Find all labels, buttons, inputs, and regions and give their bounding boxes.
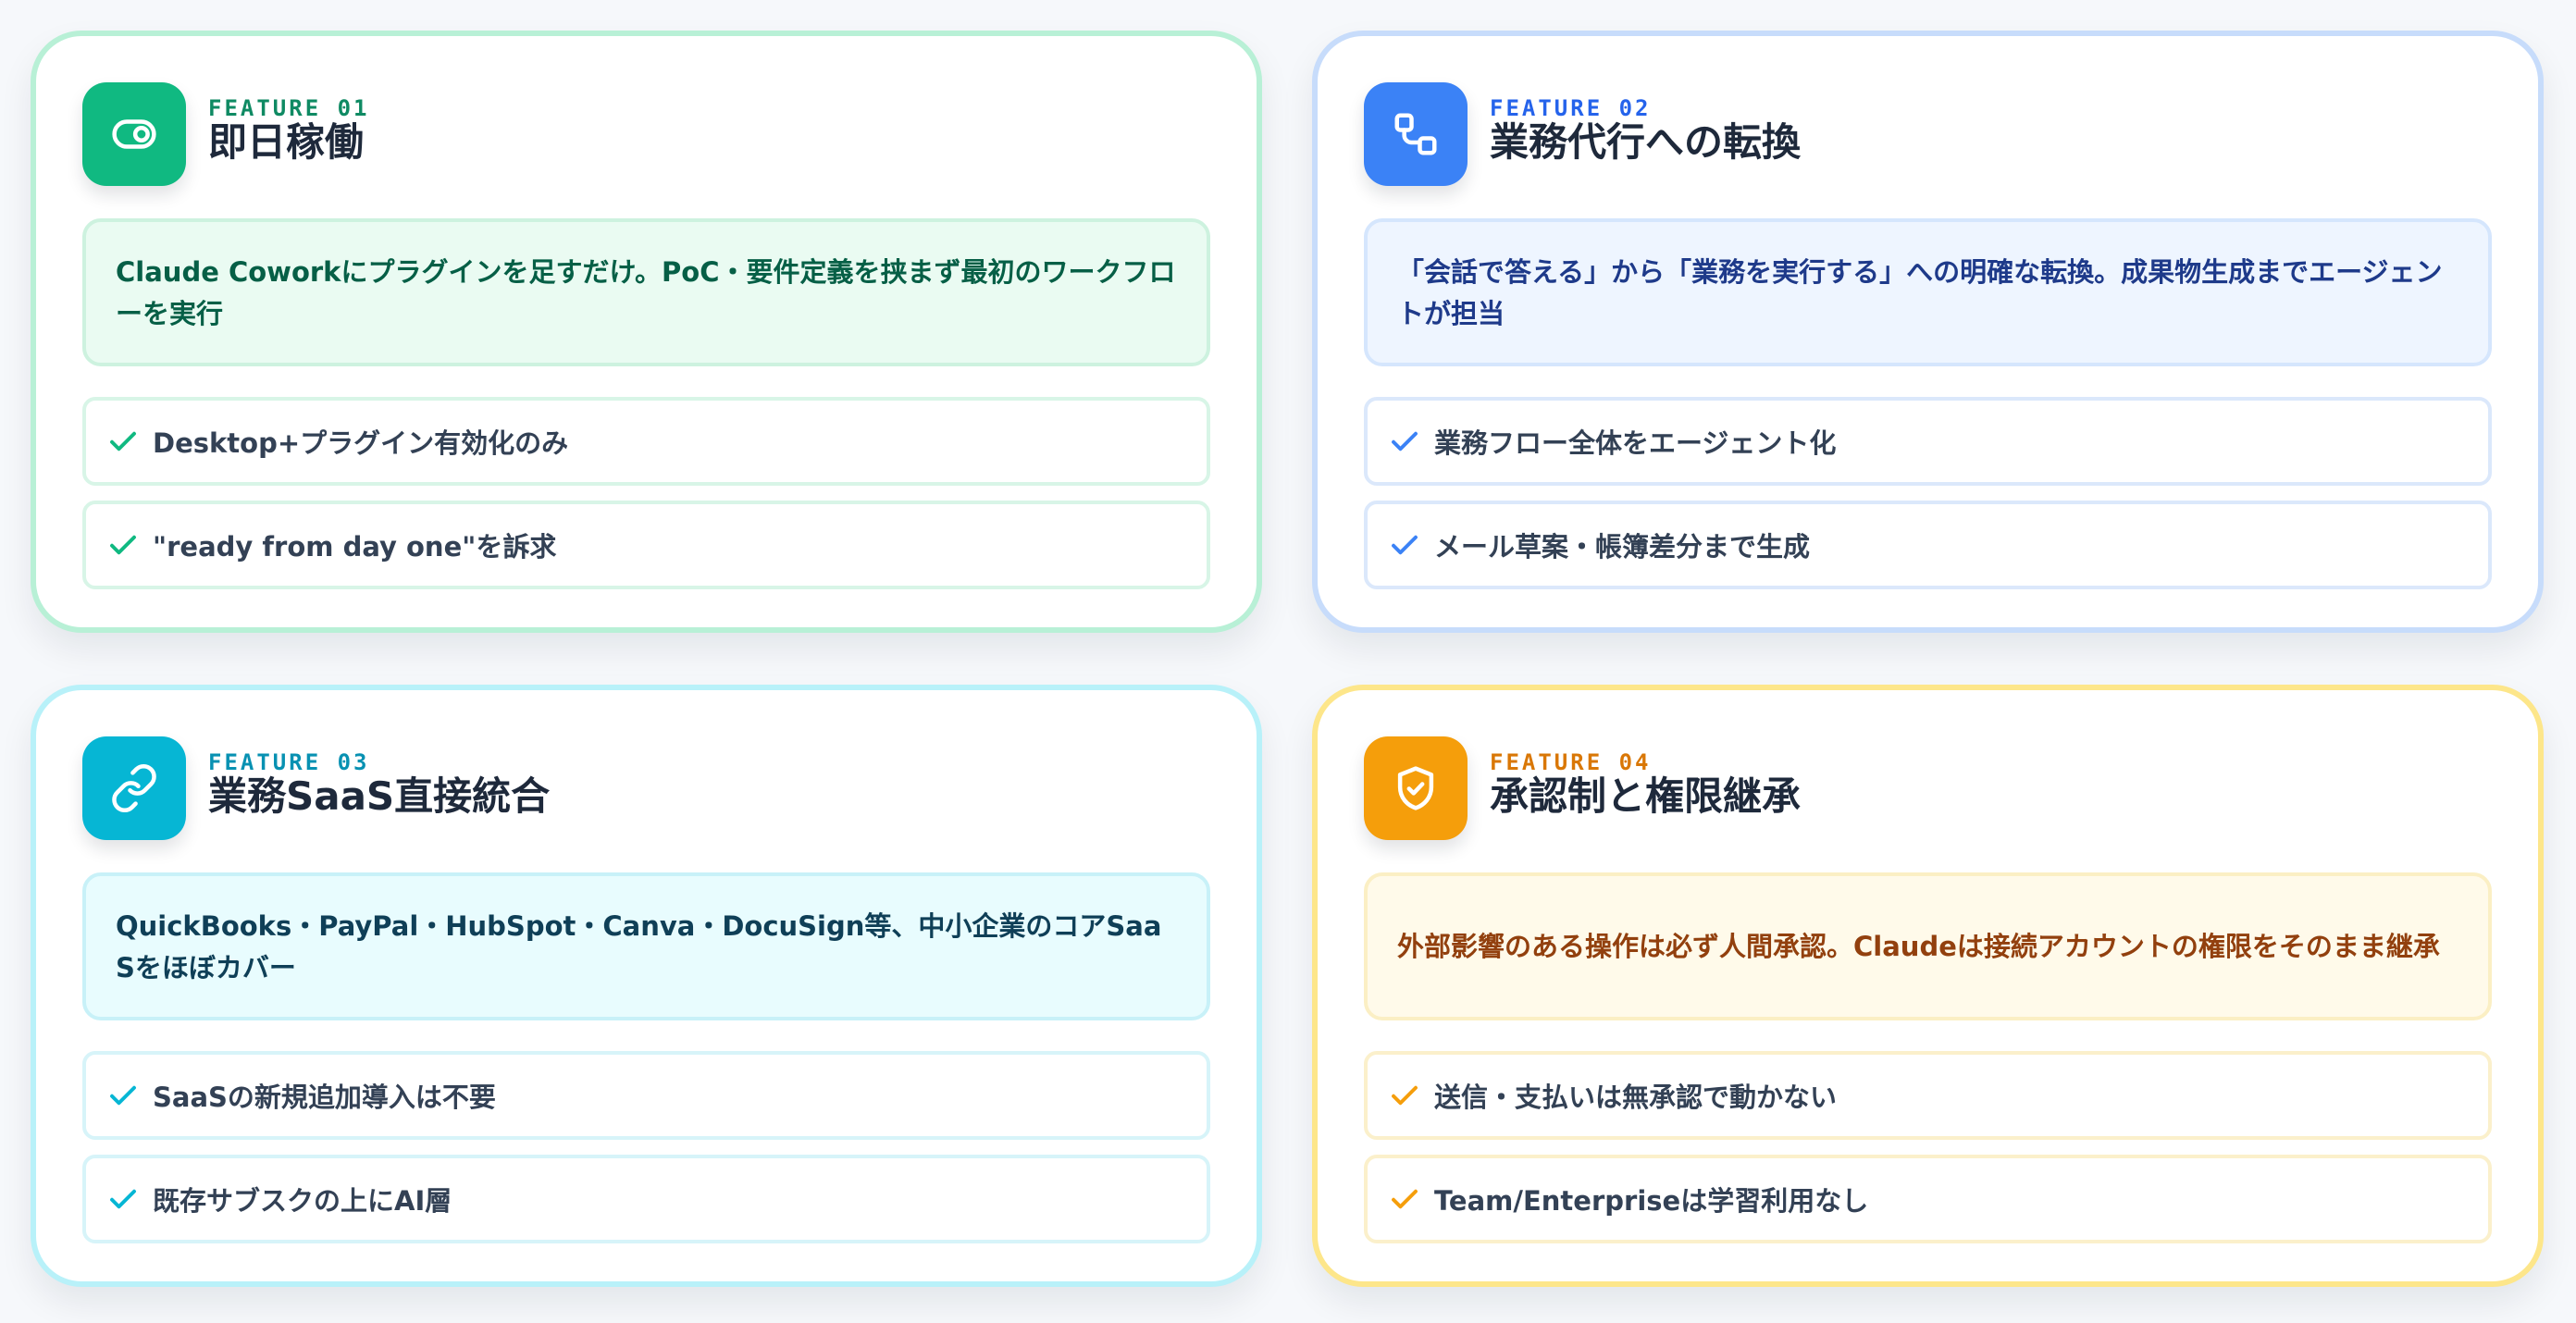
check-icon [110, 1085, 136, 1106]
check-icon [110, 431, 136, 451]
check-icon [1392, 535, 1418, 555]
feature-tag: FEATURE 03 [208, 749, 370, 775]
feature-header: FEATURE 01 即日稼働 [82, 82, 1210, 192]
feature-description: Claude Coworkにプラグインを足すだけ。PoC・要件定義を挟まず最初の… [82, 218, 1210, 366]
feature-tag: FEATURE 01 [208, 95, 370, 121]
check-item: 送信・支払いは無承認で動かない [1364, 1051, 2492, 1140]
check-item: "ready from day one"を訴求 [82, 501, 1210, 589]
feature-description: 「会話で答える」から「業務を実行する」への明確な転換。成果物生成までエージェント… [1364, 218, 2492, 366]
feature-card-01: FEATURE 01 即日稼働 Claude Coworkにプラグインを足すだけ… [31, 31, 1262, 633]
check-item: 業務フロー全体をエージェント化 [1364, 397, 2492, 486]
check-item-text: 送信・支払いは無承認で動かない [1434, 1082, 1838, 1113]
workflow-icon [1394, 113, 1437, 155]
feature-card-02: FEATURE 02 業務代行への転換 「会話で答える」から「業務を実行する」へ… [1312, 31, 2544, 633]
feature-check-list: 業務フロー全体をエージェント化 メール草案・帳簿差分まで生成 [1364, 397, 2492, 604]
feature-description: 外部影響のある操作は必ず人間承認。Claudeは接続アカウントの権限をそのまま継… [1364, 872, 2492, 1020]
check-icon [110, 535, 136, 555]
feature-icon-badge [82, 82, 186, 186]
check-item-text: メール草案・帳簿差分まで生成 [1434, 531, 1811, 563]
check-icon [1392, 1189, 1418, 1209]
feature-card-03: FEATURE 03 業務SaaS直接統合 QuickBooks・PayPal・… [31, 685, 1262, 1287]
check-item-text: 業務フロー全体をエージェント化 [1434, 427, 1837, 459]
check-item-text: SaaSの新規追加導入は不要 [153, 1082, 496, 1113]
check-icon [1392, 1085, 1418, 1106]
feature-title: 承認制と権限継承 [1490, 773, 1802, 819]
toggle-icon [112, 119, 156, 149]
shield-check-icon [1397, 766, 1434, 810]
check-item: Team/Enterpriseは学習利用なし [1364, 1155, 2492, 1243]
check-item-text: Desktop+プラグイン有効化のみ [153, 427, 569, 459]
feature-title: 即日稼働 [208, 119, 365, 165]
feature-description: QuickBooks・PayPal・HubSpot・Canva・DocuSign… [82, 872, 1210, 1020]
feature-card-04: FEATURE 04 承認制と権限継承 外部影響のある操作は必ず人間承認。Cla… [1312, 685, 2544, 1287]
check-item: SaaSの新規追加導入は不要 [82, 1051, 1210, 1140]
check-item-text: Team/Enterpriseは学習利用なし [1434, 1185, 1869, 1217]
feature-title: 業務SaaS直接統合 [208, 773, 551, 819]
check-item: 既存サブスクの上にAI層 [82, 1155, 1210, 1243]
feature-grid: FEATURE 01 即日稼働 Claude Coworkにプラグインを足すだけ… [0, 0, 2576, 1323]
feature-tag: FEATURE 04 [1490, 749, 1652, 775]
feature-check-list: Desktop+プラグイン有効化のみ "ready from day one"を… [82, 397, 1210, 604]
feature-icon-badge [1364, 736, 1468, 840]
check-icon [110, 1189, 136, 1209]
check-item: メール草案・帳簿差分まで生成 [1364, 501, 2492, 589]
feature-icon-badge [82, 736, 186, 840]
check-icon [1392, 431, 1418, 451]
link-icon [112, 763, 156, 813]
check-item: Desktop+プラグイン有効化のみ [82, 397, 1210, 486]
feature-tag: FEATURE 02 [1490, 95, 1652, 121]
feature-icon-badge [1364, 82, 1468, 186]
check-item-text: "ready from day one"を訴求 [153, 531, 557, 563]
feature-header: FEATURE 03 業務SaaS直接統合 [82, 736, 1210, 846]
check-item-text: 既存サブスクの上にAI層 [153, 1185, 452, 1217]
feature-header: FEATURE 04 承認制と権限継承 [1364, 736, 2492, 846]
feature-title: 業務代行への転換 [1490, 119, 1802, 165]
feature-check-list: SaaSの新規追加導入は不要 既存サブスクの上にAI層 [82, 1051, 1210, 1258]
feature-header: FEATURE 02 業務代行への転換 [1364, 82, 2492, 192]
feature-check-list: 送信・支払いは無承認で動かない Team/Enterpriseは学習利用なし [1364, 1051, 2492, 1258]
